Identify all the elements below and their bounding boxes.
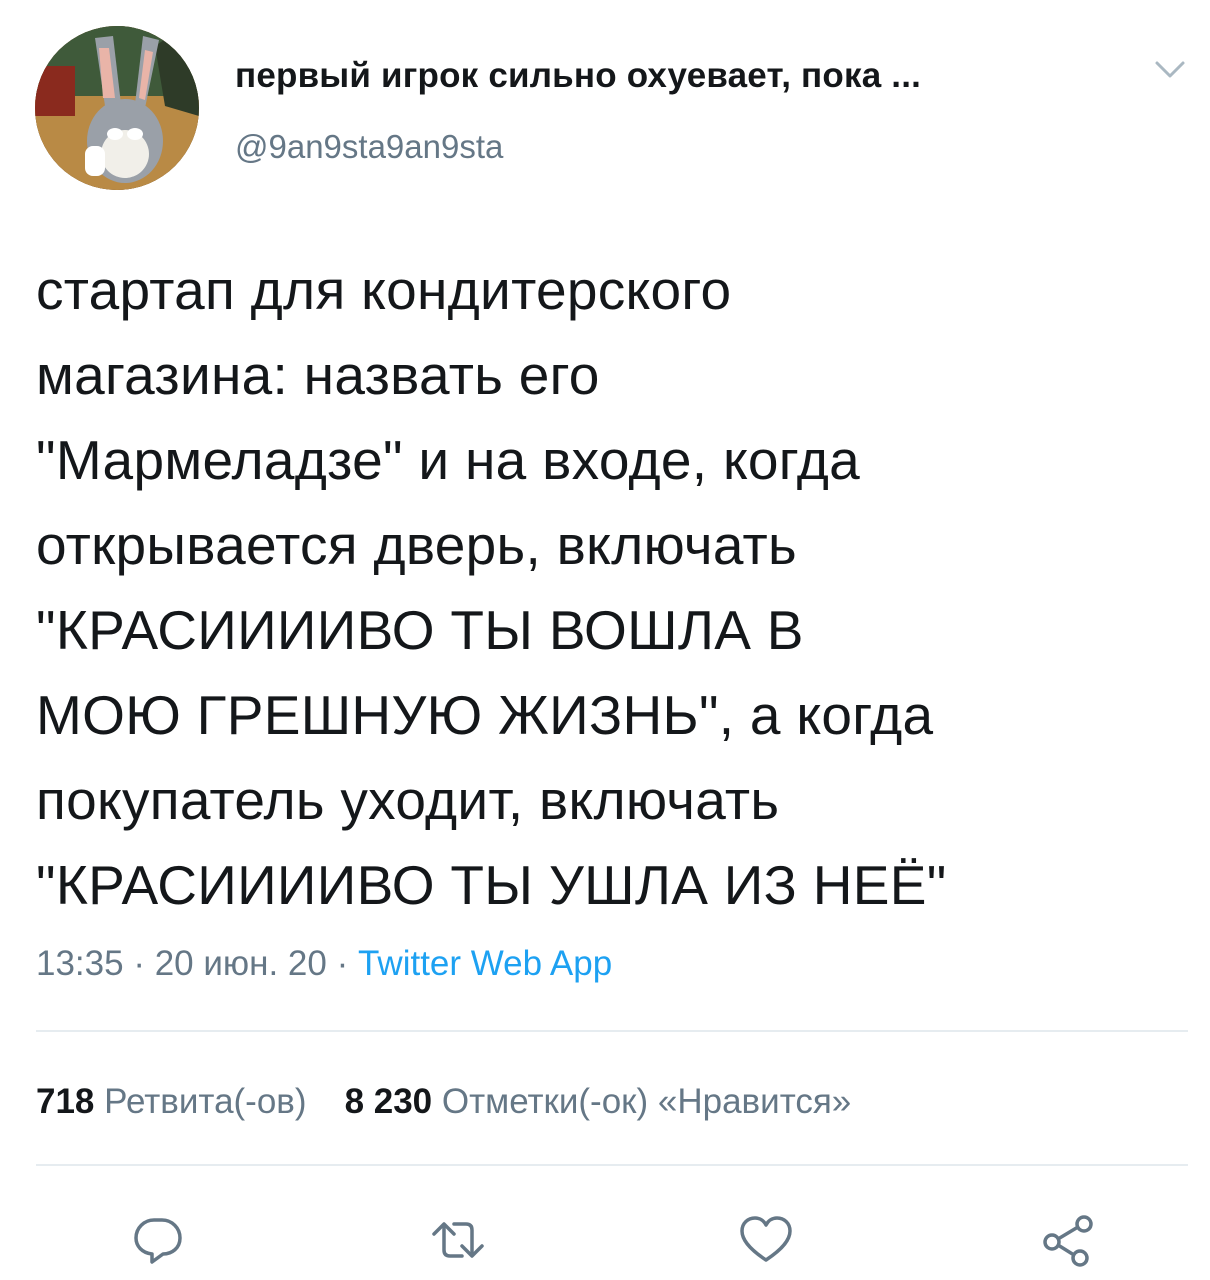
likes-count: 8 230 bbox=[344, 1082, 433, 1121]
retweets-stat[interactable]: 718 Ретвита(-ов) bbox=[36, 1082, 307, 1121]
divider bbox=[36, 1030, 1188, 1032]
retweets-label: Ретвита(-ов) bbox=[104, 1082, 307, 1121]
reply-icon[interactable] bbox=[130, 1212, 186, 1268]
meta-separator: · bbox=[326, 944, 358, 983]
tweet-stats: 718 Ретвита(-ов) 8 230 Отметки(-ок) «Нрав… bbox=[36, 1082, 851, 1122]
divider bbox=[36, 1164, 1188, 1166]
chevron-down-icon[interactable] bbox=[1152, 58, 1188, 82]
author-display-name[interactable]: первый игрок сильно охуевает, пока ... bbox=[235, 56, 921, 96]
tweet-source[interactable]: Twitter Web App bbox=[358, 944, 612, 983]
avatar-image bbox=[35, 26, 199, 190]
tweet-date[interactable]: 20 июн. 20 bbox=[155, 944, 327, 983]
avatar[interactable] bbox=[35, 26, 199, 190]
retweet-icon[interactable] bbox=[430, 1212, 486, 1268]
author-handle[interactable]: @9an9sta9an9sta bbox=[235, 128, 503, 166]
tweet-meta: 13:35 · 20 июн. 20 · Twitter Web App bbox=[36, 944, 612, 984]
heart-icon[interactable] bbox=[738, 1212, 794, 1268]
likes-label: Отметки(-ок) «Нравится» bbox=[441, 1082, 852, 1121]
retweets-count: 718 bbox=[36, 1082, 95, 1121]
tweet-time[interactable]: 13:35 bbox=[36, 944, 124, 983]
meta-separator: · bbox=[123, 944, 155, 983]
share-icon[interactable] bbox=[1040, 1212, 1096, 1268]
likes-stat[interactable]: 8 230 Отметки(-ок) «Нравится» bbox=[345, 1082, 852, 1121]
tweet-text: стартап для кондитерского магазина: назв… bbox=[36, 259, 947, 916]
